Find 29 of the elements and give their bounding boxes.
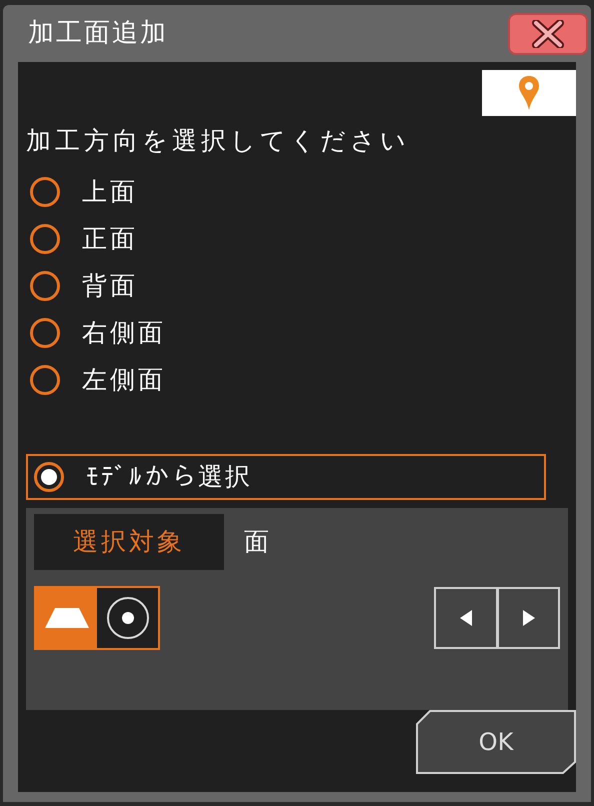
mode-button[interactable]	[97, 588, 158, 648]
right-triangle-icon	[522, 610, 534, 626]
close-button[interactable]	[508, 12, 588, 54]
radio-label[interactable]: 正面	[82, 220, 138, 258]
selection-target-value: 面	[244, 526, 269, 558]
radio-label[interactable]: 上面	[82, 172, 138, 210]
radio-label[interactable]: 右側面	[82, 314, 166, 352]
radio-button[interactable]	[30, 176, 60, 206]
left-triangle-icon	[460, 610, 472, 626]
previous-button[interactable]	[436, 588, 496, 646]
map-pin-icon	[518, 75, 540, 111]
next-button[interactable]	[499, 588, 558, 646]
model-select-option[interactable]: ﾓﾃﾞﾙから選択	[26, 454, 546, 500]
radio-label: ﾓﾃﾞﾙから選択	[86, 460, 252, 493]
radio-button[interactable]	[34, 462, 64, 492]
radio-button[interactable]	[30, 318, 60, 348]
target-icon	[106, 596, 150, 640]
radio-button[interactable]	[30, 364, 60, 394]
trapezoid-icon	[44, 608, 88, 628]
radio-button[interactable]	[30, 224, 60, 254]
window-title: 加工面追加	[27, 17, 168, 50]
instruction-text: 加工方向を選択してください	[26, 125, 411, 157]
radio-label[interactable]: 左側面	[82, 360, 166, 398]
ok-button[interactable]: OK	[416, 710, 576, 774]
radio-label[interactable]: 背面	[82, 266, 138, 304]
pin-button[interactable]	[482, 70, 576, 116]
radio-button[interactable]	[30, 270, 60, 300]
close-icon	[532, 20, 564, 48]
selection-target-label: 選択対象	[34, 514, 224, 570]
